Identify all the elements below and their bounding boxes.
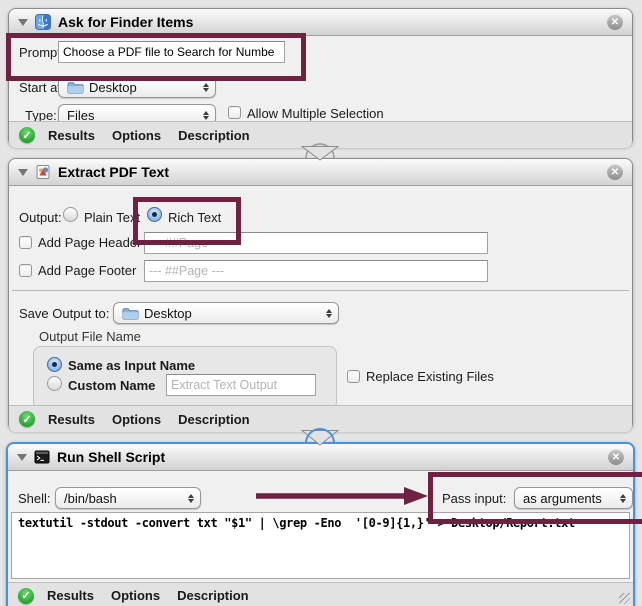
output-label: Output: xyxy=(19,210,62,225)
pass-input-popup[interactable]: as arguments xyxy=(514,487,633,509)
shell-label: Shell: xyxy=(18,491,51,506)
results-button[interactable]: Results xyxy=(48,128,95,143)
disclosure-triangle-icon[interactable] xyxy=(17,453,27,461)
description-button[interactable]: Description xyxy=(178,128,250,143)
start-at-value: Desktop xyxy=(89,79,137,95)
save-output-to-popup[interactable]: Desktop xyxy=(113,302,339,324)
custom-name-label: Custom Name xyxy=(68,378,156,393)
replace-existing-files-label: Replace Existing Files xyxy=(366,369,494,384)
automator-workflow: Ask for Finder Items ✕ Prompt: Start at:… xyxy=(0,0,642,606)
options-button[interactable]: Options xyxy=(112,128,161,143)
shell-popup[interactable]: /bin/bash xyxy=(55,487,201,509)
add-page-header-label: Add Page Header xyxy=(38,235,142,250)
output-file-name-label: Output File Name xyxy=(39,329,141,344)
custom-name-radio[interactable] xyxy=(47,376,62,391)
allow-multiple-selection-label: Allow Multiple Selection xyxy=(247,106,384,121)
pass-input-value: as arguments xyxy=(523,490,602,506)
disclosure-triangle-icon[interactable] xyxy=(18,18,28,26)
status-ok-icon: ✓ xyxy=(18,587,34,604)
check-icon: ✓ xyxy=(22,413,32,426)
allow-multiple-selection-checkbox[interactable] xyxy=(228,106,241,119)
options-button[interactable]: Options xyxy=(111,588,160,603)
action-footer: ✓ Results Options Description xyxy=(8,582,633,606)
same-as-input-name-label: Same as Input Name xyxy=(68,358,196,373)
save-output-to-value: Desktop xyxy=(144,305,192,321)
action-run-shell-script: Run Shell Script ✕ Shell: /bin/bash Pass… xyxy=(6,442,642,606)
divider xyxy=(12,290,629,291)
results-button[interactable]: Results xyxy=(47,588,94,603)
popup-stepper-icon xyxy=(188,494,195,503)
popup-stepper-icon xyxy=(203,111,210,120)
finder-icon xyxy=(35,14,51,30)
add-page-footer-checkbox[interactable] xyxy=(19,264,32,277)
folder-icon xyxy=(122,307,139,320)
action-title: Run Shell Script xyxy=(57,449,166,465)
popup-stepper-icon xyxy=(620,494,627,503)
annotation-arrow xyxy=(256,487,428,505)
close-button[interactable]: ✕ xyxy=(608,449,624,465)
check-icon: ✓ xyxy=(22,129,32,142)
extract-pdf-text-titlebar: Extract PDF Text ✕ xyxy=(9,159,632,186)
disclosure-triangle-icon[interactable] xyxy=(18,168,28,176)
action-title: Ask for Finder Items xyxy=(58,14,194,30)
page-header-input[interactable] xyxy=(144,232,488,254)
description-button[interactable]: Description xyxy=(177,588,249,603)
options-button[interactable]: Options xyxy=(112,412,161,427)
terminal-icon xyxy=(34,449,50,465)
action-footer: ✓ Results Options Description xyxy=(9,405,632,432)
run-shell-script-titlebar: Run Shell Script ✕ xyxy=(8,444,633,471)
shell-script-editor[interactable]: textutil -stdout -convert txt "$1" | \gr… xyxy=(11,512,630,579)
extract-pdf-text-icon xyxy=(35,164,51,180)
save-output-to-label: Save Output to: xyxy=(19,306,110,321)
results-button[interactable]: Results xyxy=(48,412,95,427)
action-extract-pdf-text: Extract PDF Text ✕ Output: Plain Text Ri… xyxy=(8,158,633,432)
shell-value: /bin/bash xyxy=(64,490,117,506)
popup-stepper-icon xyxy=(203,83,210,92)
custom-name-input[interactable] xyxy=(166,374,316,396)
close-button[interactable]: ✕ xyxy=(607,164,623,180)
plain-text-radio[interactable] xyxy=(63,207,78,222)
output-file-name-group: Same as Input Name Custom Name xyxy=(33,346,337,410)
folder-icon xyxy=(67,81,84,94)
close-icon: ✕ xyxy=(610,16,620,28)
rich-text-label: Rich Text xyxy=(168,210,222,225)
close-icon: ✕ xyxy=(610,166,620,178)
pass-input-label: Pass input: xyxy=(442,491,507,506)
action-title: Extract PDF Text xyxy=(58,164,169,180)
add-page-footer-label: Add Page Footer xyxy=(38,263,137,278)
resize-handle-icon[interactable] xyxy=(619,593,630,604)
start-at-popup[interactable]: Desktop xyxy=(58,76,216,98)
prompt-input[interactable] xyxy=(58,41,285,63)
rich-text-radio[interactable] xyxy=(147,207,162,222)
action-ask-for-finder-items: Ask for Finder Items ✕ Prompt: Start at:… xyxy=(6,8,633,148)
same-as-input-name-radio[interactable] xyxy=(47,357,62,372)
status-ok-icon: ✓ xyxy=(19,411,35,427)
close-button[interactable]: ✕ xyxy=(607,14,623,30)
description-button[interactable]: Description xyxy=(178,412,250,427)
close-icon: ✕ xyxy=(611,451,621,463)
check-icon: ✓ xyxy=(21,590,31,602)
action-footer: ✓ Results Options Description xyxy=(9,121,632,148)
popup-stepper-icon xyxy=(326,309,333,318)
status-ok-icon: ✓ xyxy=(19,127,35,143)
add-page-header-checkbox[interactable] xyxy=(19,236,32,249)
replace-existing-files-checkbox[interactable] xyxy=(347,370,360,383)
page-footer-input[interactable] xyxy=(144,260,488,282)
plain-text-label: Plain Text xyxy=(84,210,141,225)
ask-for-finder-items-titlebar: Ask for Finder Items ✕ xyxy=(9,9,632,36)
